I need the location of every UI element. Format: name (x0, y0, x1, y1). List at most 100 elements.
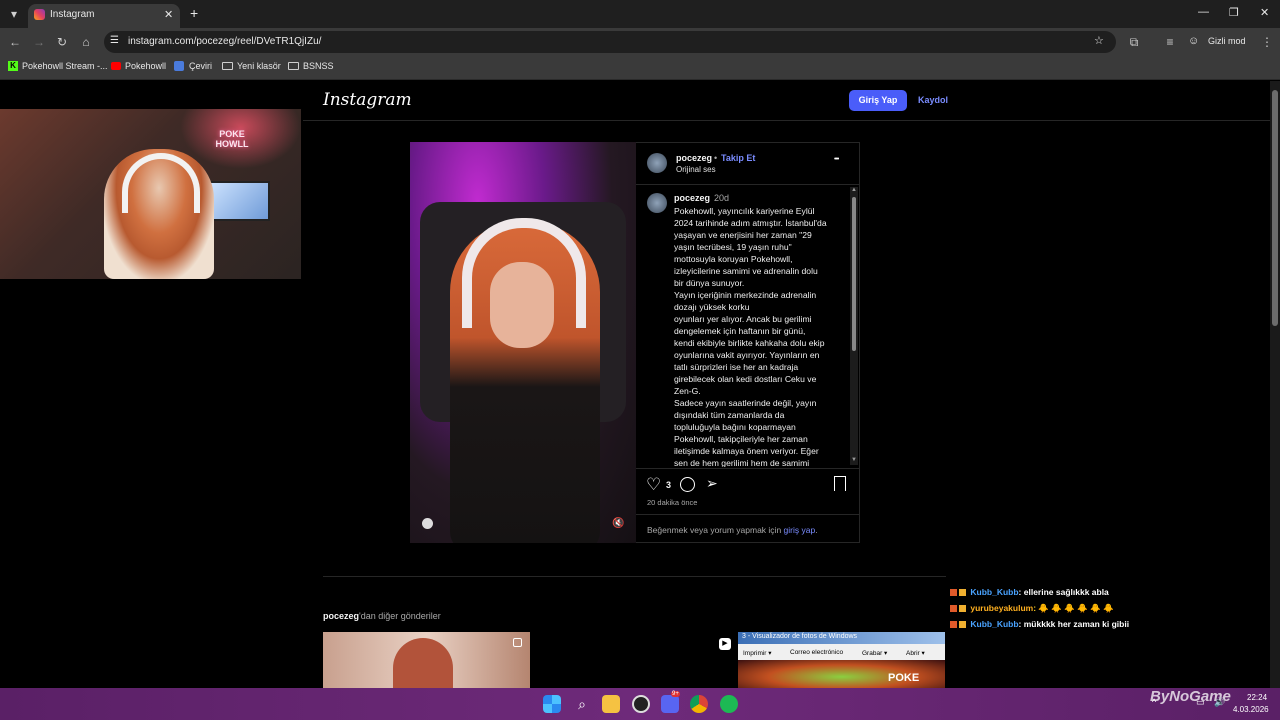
page-scrollbar-thumb[interactable] (1272, 90, 1278, 326)
scroll-down-icon[interactable]: ▼ (851, 457, 857, 463)
caption-line: girebilecek olan kedi dostları Ceku ve (674, 374, 817, 384)
search-icon[interactable]: ⌕ (573, 695, 591, 713)
windows-start-icon[interactable] (543, 695, 561, 713)
caption-line: Yayın içeriğinin merkezinde adrenalin (674, 290, 817, 300)
chrome-icon[interactable] (690, 695, 708, 713)
caption-line: 2024 tarihinde adım atmıştır. İstanbul'd… (674, 218, 827, 228)
bookmark-item-kick[interactable]: K Pokehowll Stream -... (8, 60, 108, 74)
caption-line: Pokehowll, yayıncılık kariyerine Eylül (674, 206, 815, 216)
instagram-logo[interactable]: Instagram (323, 90, 412, 110)
obs-icon[interactable] (632, 695, 650, 713)
spotify-icon[interactable] (720, 695, 738, 713)
reel-video[interactable]: 🔇 (410, 142, 636, 543)
bookmark-label: BSNSS (303, 61, 334, 71)
menu-icon[interactable]: ⋮ (1259, 34, 1275, 50)
menu-email: Correo electrónico (790, 649, 844, 656)
caption-scroll-area[interactable]: pocezeg 20d Pokehowll, yayıncılık kariye… (636, 185, 860, 467)
login-prompt: Beğenmek veya yorum yapmak için giriş ya… (647, 525, 818, 535)
photo-preview: POKE (738, 660, 945, 688)
menu-print: Imprimir ▾ (743, 650, 772, 657)
tab-instagram[interactable]: Instagram ✕ (28, 4, 180, 28)
avatar[interactable] (647, 193, 667, 213)
window-close-icon[interactable]: ✕ (1260, 6, 1269, 19)
posted-time: 20 dakika önce (647, 498, 698, 507)
more-posts-username[interactable]: pocezeg (323, 611, 359, 621)
share-icon[interactable]: ➢ (706, 475, 718, 492)
header-divider (303, 120, 1270, 121)
incognito-indicator[interactable]: ☺ Gizli mod (1184, 33, 1252, 51)
chat-text: : 🐥 🐥 🐥 🐥 🐥 🐥 (1033, 603, 1114, 613)
discord-icon[interactable]: 9+ (661, 691, 680, 713)
menu-open: Abrir ▾ (906, 650, 925, 657)
caption-scrollbar[interactable]: ▲ ▼ (850, 187, 858, 465)
caption-line: yaşayan ve enerjisini her zaman "29 (674, 230, 812, 240)
tray-chevron-icon[interactable]: ^ (1152, 697, 1156, 707)
incognito-icon: ☺ (1188, 35, 1200, 47)
comment-username[interactable]: pocezeg (674, 193, 710, 203)
bookmark-label: Pokehowll Stream -... (22, 61, 108, 71)
caption-line: dışındaki tüm zamanlarda da (674, 410, 785, 420)
badge-icon (950, 605, 957, 613)
bottom-divider (636, 514, 860, 515)
caption-scrollbar-thumb[interactable] (852, 197, 856, 351)
mute-icon[interactable]: 🔇 (612, 518, 624, 529)
window-titlebar: 3 - Visualizador de fotos de Windows (738, 632, 945, 644)
chat-username: yurubeyakulum (970, 603, 1034, 613)
caption-line: oyunları yer alıyor. Ancak bu gerilimi (674, 314, 812, 324)
bookmark-item-translate[interactable]: Çeviri (174, 60, 214, 74)
network-icon[interactable]: ▭ (1196, 697, 1205, 708)
reading-list-icon[interactable]: ≡ (1162, 34, 1178, 50)
bookmark-item-folder[interactable]: Yeni klasör (222, 60, 281, 74)
reload-icon[interactable]: ↻ (54, 34, 70, 50)
post-thumbnail[interactable]: ▶ (530, 632, 737, 688)
new-tab-button[interactable]: + (190, 5, 198, 21)
translate-icon (174, 61, 184, 71)
comment-icon[interactable] (680, 477, 695, 492)
post-sidebar: pocezeg • Takip Et Orijinal ses ••• poce… (636, 142, 860, 543)
bookmark-item-folder[interactable]: BSNSS (288, 60, 334, 74)
post-username[interactable]: pocezeg (676, 153, 712, 163)
portrait (393, 638, 453, 688)
heart-icon[interactable]: ♡ (646, 475, 661, 495)
audio-label[interactable]: Orijinal ses (676, 165, 716, 174)
profile-icon[interactable] (422, 518, 433, 529)
file-explorer-icon[interactable] (602, 695, 620, 713)
more-options-icon[interactable]: ••• (834, 156, 839, 163)
clock-time[interactable]: 22:24 (1247, 693, 1267, 702)
post-thumbnail[interactable]: 3 - Visualizador de fotos de Windows Imp… (738, 632, 945, 688)
more-posts-suffix: 'dan diğer gönderiler (359, 611, 441, 621)
badge-icon (950, 621, 957, 629)
caption-line: Sadece yayın saatlerinde değil, yayın (674, 398, 817, 408)
site-info-icon[interactable]: ☰ (110, 35, 119, 46)
caption-line: kendi ekibiyle birlikte kahkaha dolu eki… (674, 338, 825, 348)
signup-link[interactable]: Kaydol (918, 95, 948, 105)
save-icon[interactable] (834, 476, 846, 491)
follow-separator: • (714, 153, 718, 163)
home-icon[interactable]: ⌂ (78, 34, 94, 50)
minimize-icon[interactable]: — (1198, 6, 1209, 18)
bookmark-item-youtube[interactable]: Pokehowll (111, 60, 167, 74)
caption-line: iletişimde kalmaya önem veriyor. Eğer (674, 446, 819, 456)
folder-icon (222, 62, 233, 70)
chat-username: Kubb_Kubb (970, 619, 1019, 629)
menu-burn: Grabar ▾ (862, 650, 888, 657)
tab-close-icon[interactable]: ✕ (164, 8, 173, 21)
back-icon[interactable]: ← (7, 34, 23, 50)
tab-list-button[interactable]: ▾ (6, 6, 22, 22)
login-button[interactable]: Giriş Yap (849, 90, 907, 111)
address-bar[interactable]: ☰ instagram.com/pocezeg/reel/DVeTR1QjIZu… (104, 31, 1116, 53)
screenshot-icon[interactable]: ⧉ (1126, 34, 1142, 50)
forward-icon[interactable]: → (31, 34, 47, 50)
post-thumbnail[interactable] (323, 632, 530, 688)
avatar[interactable] (647, 153, 667, 173)
bookmark-star-icon[interactable]: ☆ (1094, 34, 1104, 47)
login-prompt-link[interactable]: giriş yap (784, 525, 816, 535)
scroll-up-icon[interactable]: ▲ (851, 187, 857, 193)
volume-icon[interactable]: 🔊 (1214, 697, 1225, 708)
comment-time: 20d (714, 193, 730, 203)
clock-date[interactable]: 4.03.2026 (1233, 705, 1269, 714)
follow-button[interactable]: Takip Et (721, 153, 755, 163)
restore-icon[interactable]: ❐ (1229, 6, 1239, 19)
neon-sign: POKE HOWLL (215, 129, 249, 149)
login-prompt-end: . (815, 525, 818, 535)
